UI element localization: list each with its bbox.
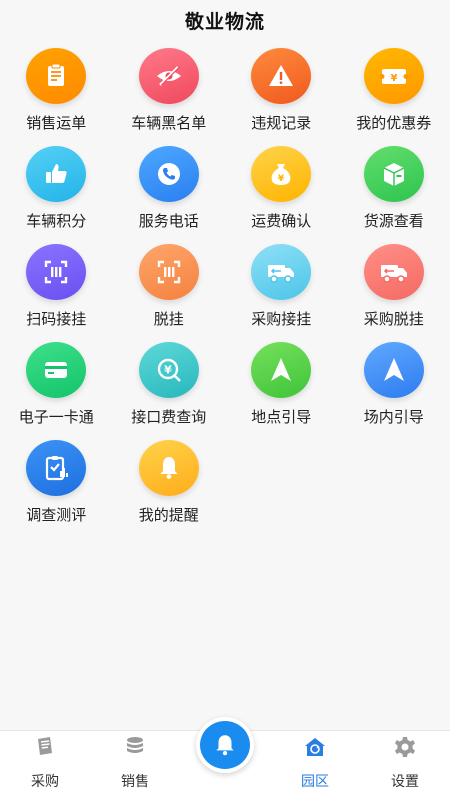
- document-icon: [33, 735, 57, 759]
- tab-sales[interactable]: 销售: [90, 731, 180, 800]
- feature-grid: 销售运单 车辆黑名单 违规记录 ¥ 我的优惠券车辆积分 服务电话 ¥ 运费确认 货源查看扫码接挂…: [0, 48, 450, 538]
- svg-text:¥: ¥: [164, 364, 172, 377]
- feature-tile[interactable]: 电子一卡通: [0, 342, 113, 440]
- feature-tile[interactable]: 扫码接挂: [0, 244, 113, 342]
- clipboard-icon: [26, 48, 87, 104]
- truck-icon: [363, 244, 424, 300]
- feature-tile[interactable]: 货源查看: [338, 146, 450, 244]
- feature-tile-label: 电子一卡通: [18, 408, 94, 426]
- feature-tile[interactable]: ¥ 我的优惠券: [338, 48, 450, 146]
- feature-tile-label: 服务电话: [138, 212, 199, 230]
- scan-icon: [138, 244, 199, 300]
- tab-settings[interactable]: 设置: [360, 731, 450, 800]
- feature-tile-label: 我的提醒: [138, 506, 199, 524]
- feature-tile-label: 采购脱挂: [363, 310, 424, 328]
- bottom-tab-bar: 采购 销售 园区 设置: [0, 717, 450, 800]
- feature-tile[interactable]: 场内引导: [338, 342, 450, 440]
- tab-park-label: 园区: [301, 774, 329, 790]
- package-icon: [363, 146, 424, 202]
- gear-icon: [393, 735, 417, 759]
- feature-tile[interactable]: ¥ 运费确认: [225, 146, 338, 244]
- feature-tile[interactable]: 销售运单: [0, 48, 113, 146]
- eye-off-icon: [138, 48, 199, 104]
- feature-tile[interactable]: 调查测评: [0, 440, 113, 538]
- svg-text:¥: ¥: [278, 174, 285, 184]
- database-icon: [123, 735, 147, 759]
- feature-tile[interactable]: ¥ 接口费查询: [113, 342, 226, 440]
- tab-park[interactable]: 园区: [270, 731, 360, 800]
- yuan-search-icon: ¥: [138, 342, 199, 398]
- svg-text:¥: ¥: [390, 73, 397, 84]
- money-bag-icon: ¥: [251, 146, 312, 202]
- app-header: 敬业物流: [0, 0, 450, 40]
- feature-tile-label: 地点引导: [251, 408, 312, 426]
- feature-tile[interactable]: 采购接挂: [225, 244, 338, 342]
- feature-tile-label: 扫码接挂: [26, 310, 87, 328]
- warning-icon: [251, 48, 312, 104]
- feature-tile-label: 场内引导: [363, 408, 424, 426]
- feature-tile-label: 脱挂: [153, 310, 184, 328]
- feature-tile[interactable]: 我的提醒: [113, 440, 226, 538]
- feature-tile[interactable]: 违规记录: [225, 48, 338, 146]
- phone-icon: [138, 146, 199, 202]
- thumbs-up-icon: [26, 146, 87, 202]
- feature-tile-label: 我的优惠券: [356, 114, 432, 132]
- tab-settings-label: 设置: [391, 774, 419, 790]
- feature-tile-label: 运费确认: [251, 212, 312, 230]
- feature-tile-label: 销售运单: [26, 114, 87, 132]
- navigation-icon: [251, 342, 312, 398]
- feature-tile[interactable]: 车辆积分: [0, 146, 113, 244]
- navigation-icon: [363, 342, 424, 398]
- feature-tile[interactable]: 采购脱挂: [338, 244, 450, 342]
- feature-tile-label: 接口费查询: [131, 408, 207, 426]
- feature-tile[interactable]: 服务电话: [113, 146, 226, 244]
- bell-icon: [138, 440, 199, 496]
- feature-tile-label: 车辆积分: [26, 212, 87, 230]
- feature-tile[interactable]: 地点引导: [225, 342, 338, 440]
- feature-tile-label: 违规记录: [251, 114, 312, 132]
- feature-tile-label: 车辆黑名单: [131, 114, 207, 132]
- center-bell-button[interactable]: [196, 717, 254, 773]
- feature-tile-label: 采购接挂: [251, 310, 312, 328]
- feature-tile[interactable]: 车辆黑名单: [113, 48, 226, 146]
- feature-tile-label: 调查测评: [26, 506, 87, 524]
- tab-purchase[interactable]: 采购: [0, 731, 90, 800]
- bell-icon: [216, 735, 234, 756]
- park-home-icon: [303, 735, 327, 759]
- survey-icon: [26, 440, 87, 496]
- page-title: 敬业物流: [184, 10, 265, 33]
- tab-purchase-label: 采购: [31, 774, 59, 790]
- coupon-icon: ¥: [363, 48, 424, 104]
- feature-tile-label: 货源查看: [363, 212, 424, 230]
- truck-icon: [251, 244, 312, 300]
- scan-icon: [26, 244, 87, 300]
- tab-sales-label: 销售: [121, 774, 149, 790]
- card-icon: [26, 342, 87, 398]
- feature-tile[interactable]: 脱挂: [113, 244, 226, 342]
